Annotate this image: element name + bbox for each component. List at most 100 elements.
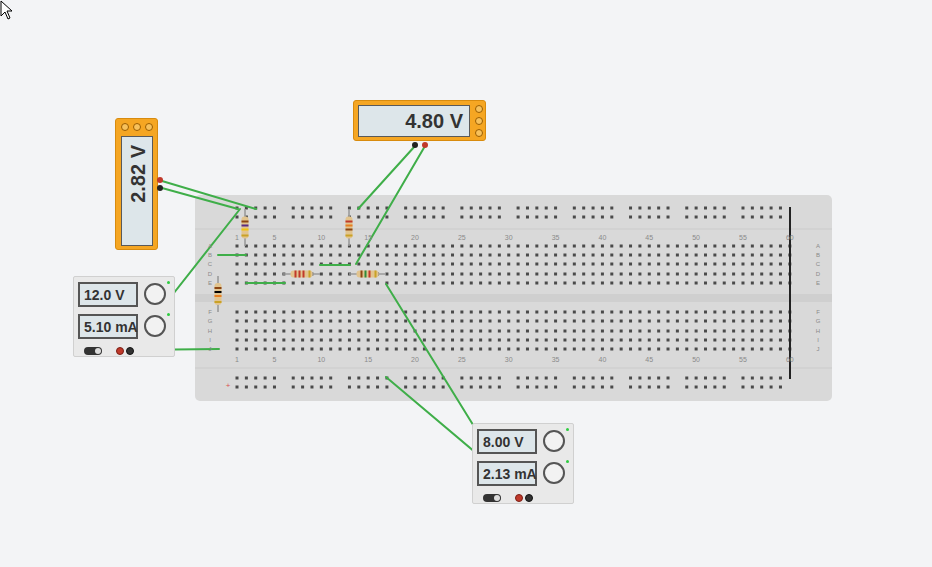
circuit-canvas[interactable]: 1155101015152020252530303535404045455050… <box>0 0 932 567</box>
cursor-icon <box>0 0 14 20</box>
resistor-band <box>309 271 311 278</box>
column-number: 55 <box>739 356 747 363</box>
indicator-icon <box>566 428 569 431</box>
wire[interactable] <box>162 188 238 209</box>
column-number: 10 <box>317 356 325 363</box>
voltage-display: 8.00 V <box>477 429 537 454</box>
row-letter: J <box>209 346 212 352</box>
resistor-band <box>369 271 371 278</box>
resistor-band <box>365 271 367 278</box>
column-number: 50 <box>692 234 700 241</box>
column-number: 5 <box>273 234 277 241</box>
row-letter: D <box>208 271 212 277</box>
negative-terminal[interactable] <box>126 347 134 355</box>
mode-icon[interactable] <box>475 105 483 113</box>
column-number: 20 <box>411 356 419 363</box>
resistor-band <box>215 301 222 303</box>
column-number: 15 <box>364 356 372 363</box>
resistor-band <box>346 221 353 223</box>
resistor-band <box>242 235 249 237</box>
resistor-band <box>346 235 353 237</box>
power-supply[interactable]: 8.00 V 2.13 mA <box>472 423 574 504</box>
column-number: 35 <box>552 356 560 363</box>
resistor[interactable] <box>242 209 249 246</box>
indicator-icon <box>566 460 569 463</box>
column-number: 1 <box>235 234 239 241</box>
wire[interactable] <box>218 254 246 256</box>
row-letter: D <box>816 271 820 277</box>
resistor-band <box>215 291 222 293</box>
wire[interactable] <box>246 282 285 284</box>
mode-icon[interactable] <box>145 123 153 131</box>
rail-label: + <box>226 382 231 390</box>
multimeter-display: 4.80 V <box>358 105 470 137</box>
multimeter-display: 2.82 V <box>121 136 153 246</box>
row-letter: I <box>817 337 819 343</box>
voltage-knob[interactable] <box>144 283 166 305</box>
column-number: 55 <box>739 234 747 241</box>
column-number: 30 <box>505 356 513 363</box>
power-switch[interactable] <box>483 494 501 502</box>
row-letter: F <box>208 309 212 315</box>
row-letter: G <box>816 318 821 324</box>
row-letter: A <box>208 243 212 249</box>
wire[interactable] <box>162 181 256 209</box>
resistor[interactable] <box>349 271 386 278</box>
column-number: 25 <box>458 234 466 241</box>
resistor-band <box>346 229 353 231</box>
row-letter: J <box>817 346 820 352</box>
row-letter: B <box>816 252 820 258</box>
multimeter[interactable]: 4.80 V <box>353 100 486 141</box>
resistor-band <box>375 271 377 278</box>
row-letter: E <box>816 280 820 286</box>
wire[interactable] <box>356 146 425 264</box>
column-number: 30 <box>505 234 513 241</box>
current-display: 2.13 mA <box>477 461 537 486</box>
probe-terminal[interactable] <box>422 142 428 148</box>
column-number: 20 <box>411 234 419 241</box>
column-number: 40 <box>599 234 607 241</box>
voltage-display: 12.0 V <box>78 282 138 307</box>
mode-icon[interactable] <box>133 123 141 131</box>
resistor[interactable] <box>283 271 320 278</box>
row-letter: A <box>816 243 820 249</box>
probe-terminal[interactable] <box>157 177 163 183</box>
multimeter[interactable]: 2.82 V <box>115 118 158 250</box>
column-number: 25 <box>458 356 466 363</box>
negative-terminal[interactable] <box>525 494 533 502</box>
indicator-icon <box>167 281 170 284</box>
voltage-knob[interactable] <box>543 430 565 452</box>
mode-icon[interactable] <box>475 117 483 125</box>
multimeter-reading: 2.82 V <box>122 137 154 247</box>
breadboard[interactable] <box>195 195 832 401</box>
row-letter: H <box>208 328 212 334</box>
resistor-band <box>295 271 297 278</box>
current-knob[interactable] <box>543 462 565 484</box>
row-letter: F <box>816 309 820 315</box>
current-knob[interactable] <box>144 315 166 337</box>
resistor[interactable] <box>346 209 353 246</box>
resistor-band <box>242 225 249 227</box>
column-number: 45 <box>645 356 653 363</box>
mode-icon[interactable] <box>475 129 483 137</box>
resistor[interactable] <box>215 276 222 312</box>
row-letter: H <box>816 328 820 334</box>
ground-wire[interactable] <box>789 207 791 379</box>
row-letter: C <box>208 261 212 267</box>
mode-icon[interactable] <box>121 123 129 131</box>
resistor-band <box>299 271 301 278</box>
resistor-band <box>346 225 353 227</box>
row-letter: E <box>208 280 212 286</box>
positive-terminal[interactable] <box>515 494 523 502</box>
power-switch[interactable] <box>84 347 102 355</box>
positive-terminal[interactable] <box>116 347 124 355</box>
column-number: 10 <box>317 234 325 241</box>
wire[interactable] <box>320 264 350 266</box>
power-supply[interactable]: 12.0 V5.10 mA <box>73 276 175 357</box>
column-number: 45 <box>645 234 653 241</box>
column-number: 40 <box>599 356 607 363</box>
probe-terminal[interactable] <box>157 185 163 191</box>
column-number: 15 <box>364 234 372 241</box>
probe-terminal[interactable] <box>412 142 418 148</box>
column-number: 5 <box>273 356 277 363</box>
